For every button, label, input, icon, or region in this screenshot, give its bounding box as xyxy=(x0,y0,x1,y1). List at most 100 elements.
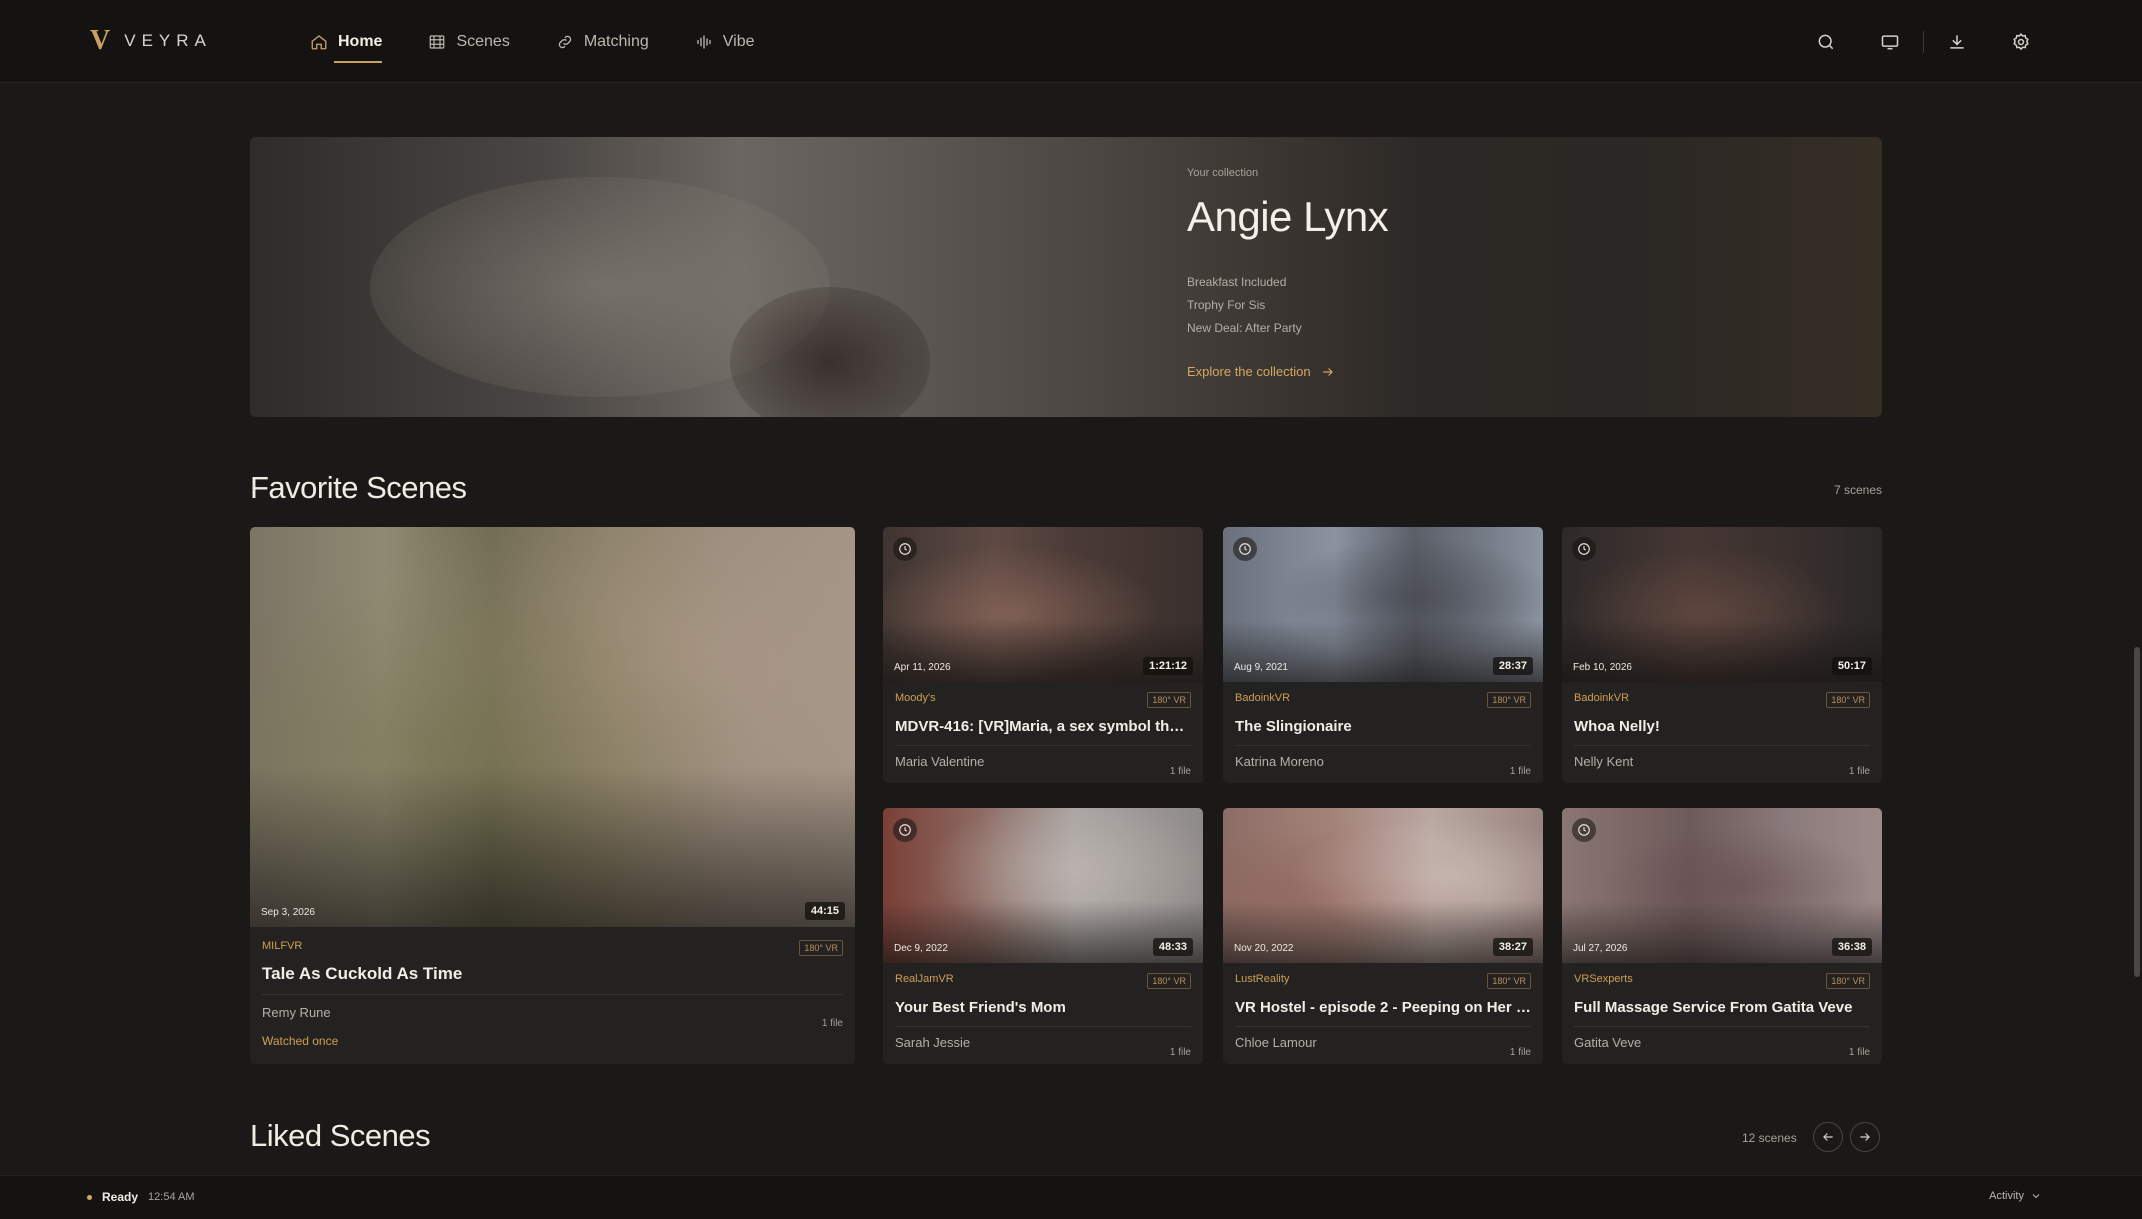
scene-meta: LustReality 180° VR VR Hostel - episode … xyxy=(1223,973,1543,1058)
favorite-scenes-count: 7 scenes xyxy=(1833,483,1882,497)
status-text: Ready xyxy=(102,1190,139,1204)
scene-thumbnail: Feb 10, 2026 50:17 xyxy=(1562,527,1882,682)
nav-vibe[interactable]: Vibe xyxy=(695,0,754,83)
scene-performer: Sarah Jessie xyxy=(895,1035,971,1050)
activity-dropdown[interactable]: Activity xyxy=(1989,1190,2042,1202)
link-icon xyxy=(558,35,572,48)
scene-title: The Slingionaire xyxy=(1235,718,1352,735)
scene-performer: Remy Rune xyxy=(262,1005,331,1020)
home-icon xyxy=(311,34,327,49)
arrow-left-icon xyxy=(1823,1133,1833,1141)
scene-date: Nov 20, 2022 xyxy=(1234,943,1294,954)
hero-kicker: Your collection xyxy=(1187,167,1259,179)
hero-content: Your collection Angie Lynx Breakfast Inc… xyxy=(1187,167,1389,379)
scene-title: Whoa Nelly! xyxy=(1574,718,1660,735)
scrollbar-thumb[interactable] xyxy=(2134,647,2140,977)
scene-meta: BadoinkVR 180° VR The Slingionaire Katri… xyxy=(1223,692,1543,777)
display-button[interactable] xyxy=(1879,31,1901,53)
scene-meta: VRSexperts 180° VR Full Massage Service … xyxy=(1562,973,1882,1058)
brand-logo[interactable]: V VEYRA xyxy=(90,26,212,56)
watch-later-button[interactable] xyxy=(1572,818,1596,842)
vr-badge: 180° VR xyxy=(1487,692,1531,708)
top-navigation-bar: V VEYRA Home Scenes Matching Vibe xyxy=(0,0,2142,83)
scene-meta: BadoinkVR 180° VR Whoa Nelly! Nelly Kent… xyxy=(1562,692,1882,777)
watch-later-button[interactable] xyxy=(1572,537,1596,561)
divider xyxy=(1235,1026,1531,1027)
nav-home[interactable]: Home xyxy=(310,0,383,83)
explore-collection-link[interactable]: Explore the collection xyxy=(1187,364,1388,379)
scene-file-count: 1 file xyxy=(1848,766,1870,777)
scene-performer: Nelly Kent xyxy=(1574,754,1634,769)
scene-file-count: 1 file xyxy=(1169,766,1191,777)
toolbar-divider xyxy=(1923,30,1924,53)
scene-card[interactable]: Nov 20, 2022 38:27 LustReality 180° VR V… xyxy=(1223,808,1543,1064)
clock-icon xyxy=(1239,543,1251,555)
scene-title: MDVR-416: [VR]Maria, a sex symbol that s… xyxy=(895,718,1191,735)
nav-matching[interactable]: Matching xyxy=(556,0,649,83)
brand-mark: V xyxy=(90,25,111,56)
scene-card[interactable]: Dec 9, 2022 48:33 RealJamVR 180° VR Your… xyxy=(883,808,1203,1064)
liked-prev-button[interactable] xyxy=(1813,1122,1843,1152)
scene-file-count: 1 file xyxy=(821,1018,843,1029)
scene-card[interactable]: Aug 9, 2021 28:37 BadoinkVR 180° VR The … xyxy=(1223,527,1543,783)
scene-duration: 36:38 xyxy=(1831,938,1872,956)
settings-button[interactable] xyxy=(2010,31,2032,53)
search-button[interactable] xyxy=(1815,31,1837,53)
scene-performer: Maria Valentine xyxy=(895,754,985,769)
nav-scenes-label: Scenes xyxy=(456,32,510,50)
vr-badge: 180° VR xyxy=(1147,973,1191,989)
scene-thumbnail: Nov 20, 2022 38:27 xyxy=(1223,808,1543,963)
hero-scene-item: Breakfast Included xyxy=(1187,275,1287,289)
vr-badge: 180° VR xyxy=(1487,973,1531,989)
download-icon xyxy=(1950,34,1964,49)
nav-matching-label: Matching xyxy=(583,32,649,50)
divider xyxy=(895,745,1191,746)
scene-card[interactable]: Jul 27, 2026 36:38 VRSexperts 180° VR Fu… xyxy=(1562,808,1882,1064)
hero-scene-item: Trophy For Sis xyxy=(1187,298,1266,312)
scene-duration: 1:21:12 xyxy=(1143,657,1193,675)
divider xyxy=(1574,745,1870,746)
scrollbar[interactable] xyxy=(2132,83,2142,1175)
scene-card[interactable]: Apr 11, 2026 1:21:12 Moody's 180° VR MDV… xyxy=(883,527,1203,783)
watch-later-button[interactable] xyxy=(893,818,917,842)
scene-performer: Katrina Moreno xyxy=(1235,754,1324,769)
status-dot xyxy=(87,1194,92,1200)
scene-card-featured[interactable]: Sep 3, 2026 44:15 MILFVR 180° VR Tale As… xyxy=(250,527,855,1064)
divider xyxy=(1235,745,1531,746)
brand-name: VEYRA xyxy=(124,31,212,50)
divider xyxy=(1574,1026,1870,1027)
scene-file-count: 1 file xyxy=(1169,1047,1191,1058)
nav-scenes[interactable]: Scenes xyxy=(428,0,510,83)
scene-card[interactable]: Feb 10, 2026 50:17 BadoinkVR 180° VR Who… xyxy=(1562,527,1882,783)
scene-duration: 50:17 xyxy=(1831,657,1872,675)
arrow-right-icon xyxy=(1860,1133,1870,1141)
waveform-icon xyxy=(697,34,711,49)
scene-title: Your Best Friend's Mom xyxy=(895,999,1066,1016)
divider xyxy=(895,1026,1191,1027)
status-time: 12:54 AM xyxy=(148,1191,195,1203)
scene-duration: 38:27 xyxy=(1492,938,1533,956)
scene-date: Sep 3, 2026 xyxy=(261,907,315,918)
watch-later-button[interactable] xyxy=(1233,537,1257,561)
vr-badge: 180° VR xyxy=(799,940,843,956)
scene-title: Full Massage Service From Gatita Veve xyxy=(1574,999,1853,1016)
vr-badge: 180° VR xyxy=(1826,692,1870,708)
collection-hero[interactable]: Your collection Angie Lynx Breakfast Inc… xyxy=(250,137,1882,417)
watch-later-button[interactable] xyxy=(893,537,917,561)
hero-scene-item: New Deal: After Party xyxy=(1187,321,1302,335)
scene-meta: MILFVR 180° VR Tale As Cuckold As Time R… xyxy=(250,940,855,1048)
vr-badge: 180° VR xyxy=(1147,692,1191,708)
status-bar: Ready 12:54 AM Activity xyxy=(0,1175,2142,1219)
scene-thumbnail: Jul 27, 2026 36:38 xyxy=(1562,808,1882,963)
monitor-icon xyxy=(1881,34,1899,49)
scene-date: Apr 11, 2026 xyxy=(894,662,951,673)
liked-next-button[interactable] xyxy=(1850,1122,1880,1152)
clock-icon xyxy=(1578,824,1590,836)
scene-date: Aug 9, 2021 xyxy=(1234,662,1288,673)
search-icon xyxy=(1818,34,1834,49)
hero-title: Angie Lynx xyxy=(1187,193,1389,240)
downloads-button[interactable] xyxy=(1946,31,1968,53)
clock-icon xyxy=(1578,543,1590,555)
scene-meta: Moody's 180° VR MDVR-416: [VR]Maria, a s… xyxy=(883,692,1203,777)
liked-scenes-title: Liked Scenes xyxy=(250,1118,431,1153)
